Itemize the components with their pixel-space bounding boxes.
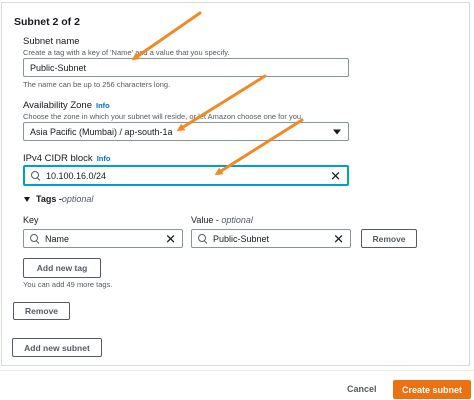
- create-subnet-button[interactable]: Create subnet: [393, 380, 471, 399]
- subnet-panel: Subnet 2 of 2 Subnet name Create a tag w…: [1, 2, 470, 366]
- subnet-name-label: Subnet name: [23, 36, 80, 47]
- chevron-down-icon: [333, 129, 341, 134]
- tag-value-input[interactable]: Public-Subnet ✕: [191, 229, 351, 248]
- availability-zone-selected: Asia Pacific (Mumbai) / ap-south-1a: [30, 126, 173, 137]
- ipv4-cidr-input[interactable]: 10.100.16.0/24 ✕: [23, 165, 349, 186]
- search-icon: [198, 234, 207, 243]
- tag-value-value: Public-Subnet: [213, 233, 270, 244]
- remove-subnet-button[interactable]: Remove: [13, 302, 70, 320]
- subnet-name-description: Create a tag with a key of 'Name' and a …: [23, 48, 230, 57]
- tag-key-label: Key: [23, 215, 39, 225]
- search-icon: [30, 234, 39, 243]
- remove-tag-button[interactable]: Remove: [361, 229, 417, 248]
- subnet-name-input[interactable]: Public-Subnet: [23, 58, 349, 77]
- tags-remaining-hint: You can add 49 more tags.: [23, 280, 113, 289]
- add-new-tag-button[interactable]: Add new tag: [23, 258, 101, 278]
- availability-zone-info-link[interactable]: Info: [96, 101, 110, 110]
- tag-key-value: Name: [45, 233, 70, 244]
- ipv4-cidr-label: IPv4 CIDR block Info: [23, 153, 111, 164]
- tags-expand-toggle[interactable]: Tags - optional: [24, 194, 93, 204]
- add-new-subnet-button[interactable]: Add new subnet: [12, 338, 102, 357]
- tag-key-input[interactable]: Name ✕: [23, 229, 183, 248]
- footer-divider: [0, 370, 474, 371]
- clear-icon[interactable]: ✕: [165, 232, 176, 245]
- ipv4-cidr-info-link[interactable]: Info: [97, 154, 111, 163]
- clear-icon[interactable]: ✕: [333, 232, 344, 245]
- availability-zone-label: Availability Zone Info: [23, 100, 110, 111]
- search-icon: [31, 171, 40, 180]
- clear-icon[interactable]: ✕: [330, 169, 341, 182]
- caret-down-icon: [24, 196, 30, 202]
- availability-zone-description: Choose the zone in which your subnet wil…: [23, 112, 304, 121]
- subnet-header: Subnet 2 of 2: [14, 16, 80, 28]
- ipv4-cidr-value: 10.100.16.0/24: [46, 170, 107, 181]
- availability-zone-select[interactable]: Asia Pacific (Mumbai) / ap-south-1a: [23, 122, 349, 141]
- subnet-name-hint: The name can be up to 256 characters lon…: [23, 80, 171, 89]
- cancel-button[interactable]: Cancel: [347, 384, 377, 394]
- subnet-name-value: Public-Subnet: [30, 62, 87, 73]
- tag-value-label: Value - optional: [191, 215, 253, 225]
